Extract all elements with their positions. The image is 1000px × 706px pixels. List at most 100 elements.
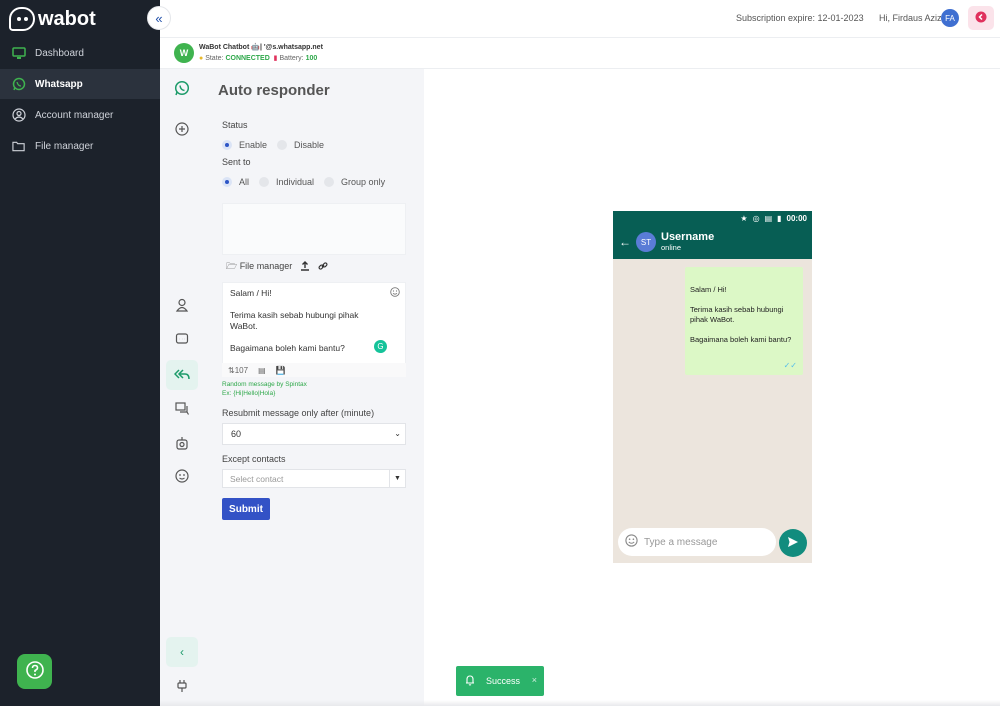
- question-icon: [25, 660, 45, 683]
- chat-header: ← ST Username online: [613, 225, 812, 259]
- logout-icon: [975, 11, 987, 26]
- spintax-hint: Random message by Spintax Ex: {Hi|Hello|…: [222, 380, 307, 398]
- brand-name: wabot: [38, 7, 96, 30]
- radio-unchecked[interactable]: [277, 140, 288, 150]
- whatsapp-icon: [12, 77, 26, 91]
- except-contacts-placeholder: Select contact: [230, 473, 284, 484]
- phone-time: 00:00: [786, 213, 807, 223]
- rail-whatsapp[interactable]: [166, 74, 198, 104]
- except-contacts-select[interactable]: Select contact ▼: [222, 469, 406, 488]
- status-option-enable[interactable]: Enable: [222, 140, 267, 150]
- emoji-icon[interactable]: [390, 287, 400, 300]
- page-title: Auto responder: [218, 82, 330, 99]
- resubmit-label: Resubmit message only after (minute): [222, 408, 375, 418]
- rail-bot[interactable]: [166, 429, 198, 459]
- arrow-left-icon: ←: [619, 235, 631, 249]
- status-option-disable[interactable]: Disable: [277, 140, 324, 150]
- radio-checked[interactable]: [222, 140, 232, 150]
- status-label: Status: [222, 120, 248, 130]
- logo-icon: [9, 7, 35, 31]
- caret-down-icon[interactable]: ▼: [389, 470, 405, 487]
- monitor-icon: [12, 46, 26, 60]
- save-icon[interactable]: 💾: [276, 366, 286, 375]
- spintax-example: Ex: {Hi|Hello|Hola}: [222, 390, 276, 397]
- outgoing-message-bubble: Salam / Hi! Terima kasih sebab hubungi p…: [685, 267, 803, 375]
- message-line: Terima kasih sebab hubungi pihak WaBot.: [230, 310, 359, 331]
- message-square-icon: [175, 332, 189, 349]
- device-state: ● State: CONNECTED ▮ Battery: 100: [199, 54, 317, 62]
- rail-support[interactable]: [166, 462, 198, 492]
- auto-responder-form: Auto responder Status Enable Disable Sen…: [204, 69, 424, 706]
- sidebar-item-account-manager[interactable]: Account manager: [0, 100, 160, 130]
- avatar[interactable]: FA: [941, 9, 959, 27]
- reply-all-icon: [173, 368, 190, 383]
- rail-add[interactable]: [166, 115, 198, 145]
- file-manager-link[interactable]: 🗁 File manager: [226, 259, 292, 275]
- sent-to-option-individual[interactable]: Individual: [259, 177, 314, 187]
- radio-label: Disable: [294, 140, 325, 150]
- radio-checked[interactable]: [222, 177, 232, 187]
- radio-label: Individual: [276, 177, 315, 187]
- sent-to-option-group-only[interactable]: Group only: [324, 177, 385, 187]
- sent-to-radio-group: All Individual Group only: [222, 177, 395, 187]
- bell-icon: [464, 674, 476, 688]
- rail-chat[interactable]: [166, 395, 198, 425]
- grammarly-icon[interactable]: G: [374, 340, 387, 353]
- contact-name: Username: [661, 231, 715, 243]
- rail-contacts[interactable]: [166, 291, 198, 321]
- toast-message: Success: [486, 676, 521, 686]
- rail-plugin[interactable]: [166, 672, 198, 702]
- text-size-icon: ⇅: [228, 365, 235, 375]
- user-greeting: Hi, Firdaus Azizi: [879, 13, 944, 23]
- rail-messages[interactable]: [166, 325, 198, 355]
- bottom-shadow: [160, 700, 1000, 706]
- resubmit-value: 60: [231, 429, 242, 439]
- sidebar-nav: Dashboard Whatsapp Account manager File …: [0, 38, 160, 162]
- star-icon: ★: [740, 213, 748, 223]
- send-icon: [787, 536, 799, 551]
- link-icon[interactable]: [318, 261, 328, 273]
- radio-unchecked[interactable]: [324, 177, 335, 187]
- close-icon[interactable]: ×: [532, 675, 537, 685]
- rail-auto-responder[interactable]: [166, 360, 198, 390]
- user-icon: [175, 298, 189, 315]
- phone-message-input: Type a message: [618, 528, 776, 556]
- chat-bubbles-icon: [174, 401, 190, 419]
- sent-to-option-all[interactable]: All: [222, 177, 249, 187]
- template-icon[interactable]: ▤: [258, 366, 266, 375]
- chevron-down-icon: ⌄: [394, 429, 401, 438]
- sidebar-item-file-manager[interactable]: File manager: [0, 131, 160, 161]
- submit-button[interactable]: Submit: [222, 498, 270, 520]
- radio-unchecked[interactable]: [259, 177, 270, 187]
- attachment-toolbar: 🗁 File manager: [226, 259, 328, 275]
- message-textarea[interactable]: Salam / Hi! Terima kasih sebab hubungi p…: [222, 282, 406, 364]
- robot-icon: [175, 436, 189, 453]
- plus-circle-icon: [175, 121, 189, 139]
- message-tools: ⇅107 ▤ 💾: [222, 363, 406, 377]
- sent-to-label: Sent to: [222, 157, 251, 167]
- radio-label: All: [239, 177, 250, 187]
- sidebar-item-label: Whatsapp: [35, 78, 83, 90]
- app-logo[interactable]: wabot: [9, 7, 96, 31]
- smile-icon: [175, 468, 189, 486]
- contact-status: online: [661, 243, 682, 252]
- device-info-bar: W WaBot Chatbot 🤖| '@s.whatsapp.net ● St…: [160, 38, 1000, 69]
- folder-open-icon: 🗁: [226, 261, 238, 271]
- double-chevron-left-icon: «: [155, 10, 163, 26]
- char-count-value: 107: [234, 365, 249, 375]
- rail-collapse-button[interactable]: ‹: [166, 637, 198, 667]
- message-line: Salam / Hi!: [230, 288, 272, 298]
- sidebar-item-dashboard[interactable]: Dashboard: [0, 38, 160, 68]
- radio-label: Enable: [239, 140, 268, 150]
- help-button[interactable]: [17, 654, 52, 689]
- plug-icon: [176, 679, 188, 696]
- upload-icon[interactable]: [300, 261, 310, 273]
- file-manager-label: File manager: [239, 261, 293, 271]
- logout-button[interactable]: [968, 6, 994, 30]
- media-attachment-area[interactable]: [222, 203, 406, 255]
- folder-icon: [12, 139, 26, 153]
- collapse-sidebar-button[interactable]: «: [147, 6, 171, 30]
- status-radio-group: Enable Disable: [222, 140, 334, 150]
- sidebar-item-whatsapp[interactable]: Whatsapp: [0, 69, 160, 99]
- resubmit-select[interactable]: 60 ⌄: [222, 423, 406, 445]
